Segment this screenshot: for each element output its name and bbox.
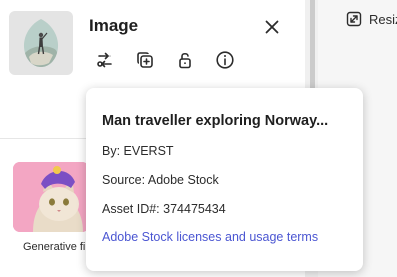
thumbnail-photo	[23, 19, 59, 67]
duplicate-button[interactable]	[134, 49, 156, 71]
duplicate-icon	[137, 52, 153, 68]
replace-image-button[interactable]	[94, 49, 116, 71]
generative-fill-label: Generative fi	[23, 241, 86, 253]
unlock-icon	[179, 52, 191, 69]
close-button[interactable]	[262, 17, 282, 37]
close-icon	[265, 20, 279, 34]
resize-label: Resiz	[369, 11, 397, 27]
asset-source: Source: Adobe Stock	[102, 173, 219, 187]
generative-preview-image	[13, 162, 89, 232]
panel-scrollbar-thumb[interactable]	[310, 0, 315, 95]
info-icon	[216, 51, 234, 69]
resize-button[interactable]: Resiz	[339, 0, 397, 38]
replace-icon	[97, 52, 112, 68]
license-terms-link[interactable]: Adobe Stock licenses and usage terms	[102, 230, 318, 244]
image-thumbnail[interactable]	[9, 11, 73, 75]
asset-id: Asset ID#: 374475434	[102, 202, 226, 216]
info-button[interactable]	[214, 49, 236, 71]
asset-author: By: EVERST	[102, 144, 174, 158]
asset-info-popover: Man traveller exploring Norway... By: EV…	[86, 88, 363, 271]
generative-fill-card[interactable]	[13, 162, 89, 232]
asset-title: Man traveller exploring Norway...	[102, 113, 329, 129]
lock-toggle-button[interactable]	[174, 49, 196, 71]
panel-title: Image	[89, 16, 139, 35]
resize-icon	[346, 11, 362, 27]
